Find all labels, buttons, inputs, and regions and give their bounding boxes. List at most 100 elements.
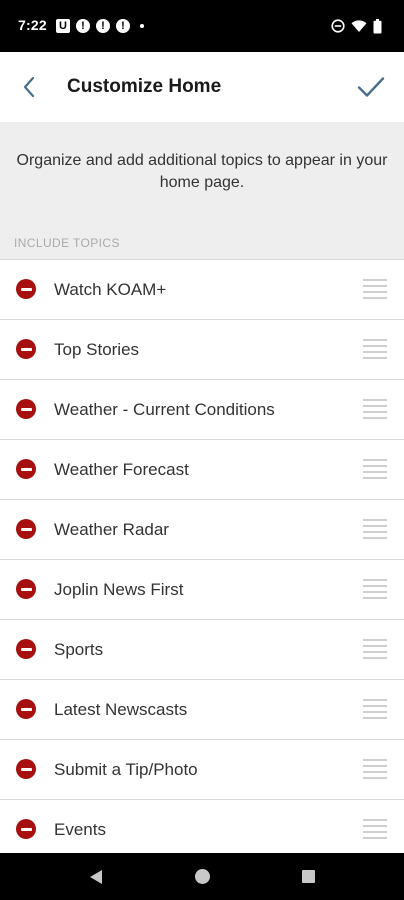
topic-row[interactable]: Weather Radar — [0, 500, 404, 560]
drag-handle-line — [363, 411, 387, 413]
drag-handle-line — [363, 285, 387, 287]
drag-handle-line — [363, 279, 387, 281]
wifi-icon — [351, 20, 367, 32]
drag-handle-line — [363, 639, 387, 641]
drag-handle-line — [363, 525, 387, 527]
topic-row[interactable]: Watch KOAM+ — [0, 260, 404, 320]
remove-icon[interactable] — [16, 399, 36, 419]
remove-icon[interactable] — [16, 699, 36, 719]
drag-handle-line — [363, 777, 387, 779]
drag-handle-line — [363, 651, 387, 653]
drag-handle-line — [363, 291, 387, 293]
topic-row[interactable]: Sports — [0, 620, 404, 680]
remove-icon[interactable] — [16, 819, 36, 839]
drag-handle-icon[interactable] — [363, 759, 387, 780]
topic-row[interactable]: Top Stories — [0, 320, 404, 380]
remove-icon[interactable] — [16, 639, 36, 659]
drag-handle-line — [363, 645, 387, 647]
topic-label: Weather Forecast — [54, 460, 189, 479]
drag-handle-icon[interactable] — [363, 459, 387, 480]
drag-handle-line — [363, 657, 387, 659]
chevron-left-icon — [23, 76, 35, 98]
drag-handle-line — [363, 531, 387, 533]
navigation-bar — [0, 853, 404, 900]
drag-handle-line — [363, 399, 387, 401]
remove-bar — [20, 587, 32, 591]
drag-handle-line — [363, 405, 387, 407]
section-label: INCLUDE TOPICS — [14, 236, 120, 250]
drag-handle-line — [363, 591, 387, 593]
nav-recents-icon[interactable] — [302, 870, 315, 883]
remove-bar — [20, 467, 32, 471]
remove-bar — [20, 347, 32, 351]
drag-handle-line — [363, 477, 387, 479]
drag-handle-line — [363, 471, 387, 473]
drag-handle-icon[interactable] — [363, 399, 387, 420]
remove-icon[interactable] — [16, 579, 36, 599]
topic-row[interactable]: Latest Newscasts — [0, 680, 404, 740]
drag-handle-icon[interactable] — [363, 279, 387, 300]
drag-handle-icon[interactable] — [363, 579, 387, 600]
drag-handle-icon[interactable] — [363, 339, 387, 360]
topic-row[interactable]: Events — [0, 800, 404, 860]
remove-icon[interactable] — [16, 519, 36, 539]
remove-icon[interactable] — [16, 279, 36, 299]
topic-row[interactable]: Joplin News First — [0, 560, 404, 620]
drag-handle-line — [363, 825, 387, 827]
drag-handle-icon[interactable] — [363, 519, 387, 540]
topic-label: Weather - Current Conditions — [54, 400, 275, 419]
drag-handle-line — [363, 579, 387, 581]
remove-bar — [20, 527, 32, 531]
remove-bar — [20, 407, 32, 411]
u-app-icon: U — [56, 19, 70, 33]
drag-handle-line — [363, 705, 387, 707]
alert-icon: ! — [96, 19, 110, 33]
drag-handle-line — [363, 819, 387, 821]
do-not-disturb-icon — [331, 19, 345, 33]
topic-label: Submit a Tip/Photo — [54, 760, 198, 779]
drag-handle-line — [363, 759, 387, 761]
remove-bar — [20, 767, 32, 771]
drag-handle-line — [363, 837, 387, 839]
drag-handle-line — [363, 345, 387, 347]
drag-handle-icon[interactable] — [363, 819, 387, 840]
remove-bar — [20, 707, 32, 711]
nav-home-icon[interactable] — [195, 869, 210, 884]
drag-handle-line — [363, 465, 387, 467]
remove-icon[interactable] — [16, 759, 36, 779]
topic-label: Top Stories — [54, 340, 140, 359]
drag-handle-line — [363, 711, 387, 713]
drag-handle-line — [363, 339, 387, 341]
app-bar: Customize Home — [0, 52, 404, 122]
status-left-icons: U ! ! ! — [56, 17, 144, 35]
remove-icon[interactable] — [16, 459, 36, 479]
status-bar: 7:22 U ! ! ! — [0, 0, 404, 52]
intro-text: Organize and add additional topics to ap… — [16, 152, 388, 191]
save-button[interactable] — [354, 70, 388, 104]
topic-row[interactable]: Weather Forecast — [0, 440, 404, 500]
topic-label: Watch KOAM+ — [54, 280, 167, 299]
topic-row[interactable]: Weather - Current Conditions — [0, 380, 404, 440]
back-button[interactable] — [14, 72, 44, 102]
page-title: Customize Home — [67, 76, 222, 97]
drag-handle-line — [363, 699, 387, 701]
nav-back-icon[interactable] — [87, 868, 105, 886]
drag-handle-line — [363, 771, 387, 773]
drag-handle-line — [363, 459, 387, 461]
drag-handle-line — [363, 585, 387, 587]
alert-icon: ! — [116, 19, 130, 33]
drag-handle-icon[interactable] — [363, 639, 387, 660]
drag-handle-line — [363, 537, 387, 539]
topic-label: Weather Radar — [54, 520, 169, 539]
remove-icon[interactable] — [16, 339, 36, 359]
checkmark-icon — [357, 77, 385, 97]
remove-bar — [20, 287, 32, 291]
topic-label: Latest Newscasts — [54, 700, 188, 719]
topic-row[interactable]: Submit a Tip/Photo — [0, 740, 404, 800]
topic-label: Sports — [54, 640, 104, 659]
topic-label: Joplin News First — [54, 580, 184, 599]
intro-panel: Organize and add additional topics to ap… — [0, 122, 404, 259]
drag-handle-line — [363, 831, 387, 833]
topic-list: Watch KOAM+ Top Stories Weather - Current … — [0, 259, 404, 860]
drag-handle-icon[interactable] — [363, 699, 387, 720]
